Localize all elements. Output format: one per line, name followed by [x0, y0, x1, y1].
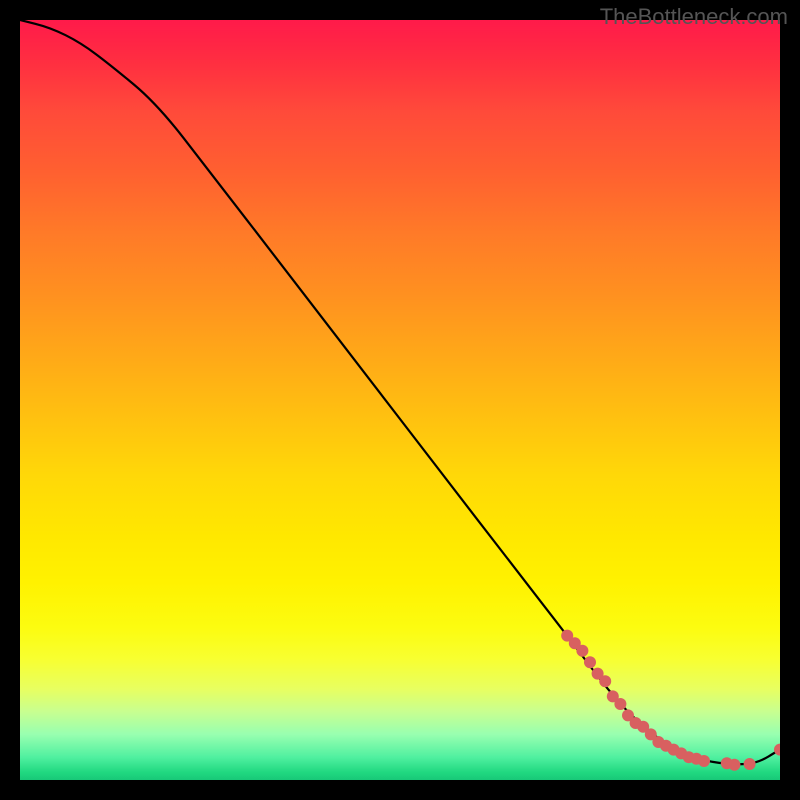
watermark-text: TheBottleneck.com: [600, 4, 788, 30]
chart-gradient-background: [20, 20, 780, 780]
